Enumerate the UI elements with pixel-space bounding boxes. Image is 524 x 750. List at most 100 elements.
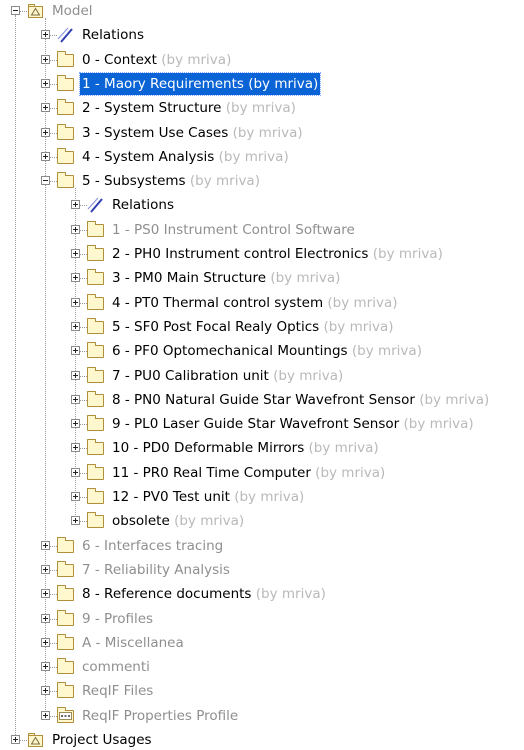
tree-node-label[interactable]: obsolete (by mriva)	[110, 510, 246, 532]
tree-node[interactable]: 6 - PF0 Optomechanical Mountings (by mri…	[0, 340, 524, 362]
tree-node[interactable]: 3 - PM0 Main Structure (by mriva)	[0, 267, 524, 289]
tree-node-label[interactable]: 11 - PR0 Real Time Computer (by mriva)	[110, 462, 387, 484]
tree-node-label[interactable]: 5 - SF0 Post Focal Realy Optics (by mriv…	[110, 316, 396, 338]
tree-node[interactable]: Relations	[0, 24, 524, 46]
tree-node-label[interactable]: ReqIF Properties Profile	[80, 705, 240, 727]
tree-node[interactable]: 7 - Reliability Analysis	[0, 559, 524, 581]
tree-node-label[interactable]: 4 - System Analysis (by mriva)	[80, 146, 291, 168]
tree-node-label[interactable]: 0 - Context (by mriva)	[80, 49, 233, 71]
tree-node-label[interactable]: 1 - PS0 Instrument Control Software	[110, 219, 357, 241]
tree-node-label[interactable]: ReqIF Files	[80, 680, 155, 702]
package-folder-icon	[57, 658, 74, 675]
expand-toggle-icon[interactable]	[71, 273, 80, 283]
expand-toggle-icon[interactable]	[71, 297, 80, 307]
tree-node[interactable]: 1 - PS0 Instrument Control Software	[0, 219, 524, 241]
expand-toggle-icon[interactable]	[71, 200, 80, 210]
expand-toggle-icon[interactable]	[41, 589, 50, 599]
tree-node-label[interactable]: 7 - Reliability Analysis	[80, 559, 232, 581]
expand-toggle-icon[interactable]	[71, 224, 80, 234]
expand-toggle-icon[interactable]	[41, 662, 50, 672]
tree-node[interactable]: 0 - Context (by mriva)	[0, 49, 524, 71]
tree-node-label[interactable]: A - Miscellanea	[80, 632, 186, 654]
tree-node[interactable]: 1 - Maory Requirements (by mriva)	[0, 71, 524, 96]
tree-node[interactable]: 9 - PL0 Laser Guide Star Wavefront Senso…	[0, 413, 524, 435]
tree-node-label[interactable]: 5 - Subsystems (by mriva)	[80, 170, 262, 192]
expand-toggle-icon[interactable]	[41, 710, 50, 720]
tree-node[interactable]: 8 - Reference documents (by mriva)	[0, 583, 524, 605]
tree-node-label[interactable]: 2 - PH0 Instrument control Electronics (…	[110, 243, 445, 265]
expand-toggle-icon[interactable]	[41, 613, 50, 623]
expand-toggle-icon[interactable]	[41, 540, 50, 550]
expand-toggle-icon[interactable]	[71, 394, 80, 404]
tree-node[interactable]: 6 - Interfaces tracing	[0, 535, 524, 557]
tree-node[interactable]: 2 - PH0 Instrument control Electronics (…	[0, 243, 524, 265]
expand-toggle-icon[interactable]	[41, 637, 50, 647]
tree-node[interactable]: Project Usages	[0, 729, 524, 750]
tree-node-label[interactable]: 8 - PN0 Natural Guide Star Wavefront Sen…	[110, 389, 491, 411]
tree-node-label[interactable]: 6 - Interfaces tracing	[80, 535, 225, 557]
tree-node[interactable]: 2 - System Structure (by mriva)	[0, 97, 524, 119]
tree-node[interactable]: 4 - System Analysis (by mriva)	[0, 146, 524, 168]
tree-node[interactable]: 7 - PU0 Calibration unit (by mriva)	[0, 365, 524, 387]
package-folder-icon	[57, 172, 74, 189]
tree-node-label[interactable]: 8 - Reference documents (by mriva)	[80, 583, 328, 605]
tree-node-label[interactable]: 3 - System Use Cases (by mriva)	[80, 122, 305, 144]
expand-toggle-icon[interactable]	[71, 346, 80, 356]
expand-toggle-icon[interactable]	[41, 127, 50, 137]
tree-node-label[interactable]: 3 - PM0 Main Structure (by mriva)	[110, 267, 342, 289]
tree-node[interactable]: Model	[0, 0, 524, 22]
expand-toggle-icon[interactable]	[41, 30, 50, 40]
expand-toggle-icon[interactable]	[71, 467, 80, 477]
expand-toggle-icon[interactable]	[41, 54, 50, 64]
expand-toggle-icon[interactable]	[71, 443, 80, 453]
expand-toggle-icon[interactable]	[71, 492, 80, 501]
tree-node-label[interactable]: Relations	[110, 194, 176, 216]
tree-node[interactable]: 8 - PN0 Natural Guide Star Wavefront Sen…	[0, 389, 524, 411]
tree-node-label[interactable]: Model	[50, 0, 95, 22]
tree-node-label[interactable]: 10 - PD0 Deformable Mirrors (by mriva)	[110, 437, 381, 459]
expand-toggle-icon[interactable]	[41, 103, 50, 113]
expand-toggle-icon[interactable]	[41, 151, 50, 161]
tree-node-label[interactable]: 6 - PF0 Optomechanical Mountings (by mri…	[110, 340, 424, 362]
package-folder-icon	[87, 512, 104, 529]
tree-node-label[interactable]: commenti	[80, 656, 152, 678]
expand-toggle-icon[interactable]	[71, 419, 80, 429]
tree-node[interactable]: 3 - System Use Cases (by mriva)	[0, 122, 524, 144]
tree-node[interactable]: 5 - Subsystems (by mriva)	[0, 170, 524, 192]
tree-node[interactable]: 10 - PD0 Deformable Mirrors (by mriva)	[0, 437, 524, 459]
expand-toggle-icon[interactable]	[41, 686, 50, 696]
tree-node-label[interactable]: 12 - PV0 Test unit (by mriva)	[110, 486, 306, 508]
node-owner: (by mriva)	[327, 294, 398, 311]
tree-node-label[interactable]: 4 - PT0 Thermal control system (by mriva…	[110, 292, 400, 314]
expand-toggle-icon[interactable]	[11, 735, 20, 744]
expand-toggle-icon[interactable]	[71, 249, 80, 258]
expand-toggle-icon[interactable]	[41, 564, 50, 574]
tree-node[interactable]: commenti	[0, 656, 524, 678]
tree-node[interactable]: 9 - Profiles	[0, 608, 524, 630]
tree-node-label[interactable]: 1 - Maory Requirements (by mriva)	[78, 71, 322, 96]
package-folder-icon	[87, 415, 104, 432]
tree-node[interactable]: 5 - SF0 Post Focal Realy Optics (by mriv…	[0, 316, 524, 338]
tree-node-label[interactable]: 9 - PL0 Laser Guide Star Wavefront Senso…	[110, 413, 476, 435]
tree-node-label[interactable]: Relations	[80, 24, 146, 46]
tree-node-label[interactable]: 2 - System Structure (by mriva)	[80, 97, 298, 119]
tree-node-label[interactable]: 9 - Profiles	[80, 608, 155, 630]
tree-node[interactable]: 12 - PV0 Test unit (by mriva)	[0, 486, 524, 508]
tree-node[interactable]: 4 - PT0 Thermal control system (by mriva…	[0, 292, 524, 314]
expand-toggle-icon[interactable]	[71, 516, 80, 526]
expand-toggle-icon[interactable]	[71, 321, 80, 331]
tree-connector	[80, 254, 87, 255]
tree-node[interactable]: 11 - PR0 Real Time Computer (by mriva)	[0, 462, 524, 484]
tree-node[interactable]: obsolete (by mriva)	[0, 510, 524, 532]
expand-toggle-icon[interactable]	[41, 78, 50, 88]
tree-node[interactable]: A - Miscellanea	[0, 632, 524, 654]
collapse-toggle-icon[interactable]	[41, 176, 50, 186]
tree-node-label[interactable]: Project Usages	[50, 729, 154, 750]
tree-node[interactable]: ReqIF Properties Profile	[0, 705, 524, 727]
package-folder-icon	[57, 560, 74, 577]
tree-node[interactable]: Relations	[0, 194, 524, 216]
expand-toggle-icon[interactable]	[71, 370, 80, 380]
collapse-toggle-icon[interactable]	[11, 6, 20, 15]
tree-node-label[interactable]: 7 - PU0 Calibration unit (by mriva)	[110, 365, 345, 387]
tree-node[interactable]: ReqIF Files	[0, 680, 524, 702]
